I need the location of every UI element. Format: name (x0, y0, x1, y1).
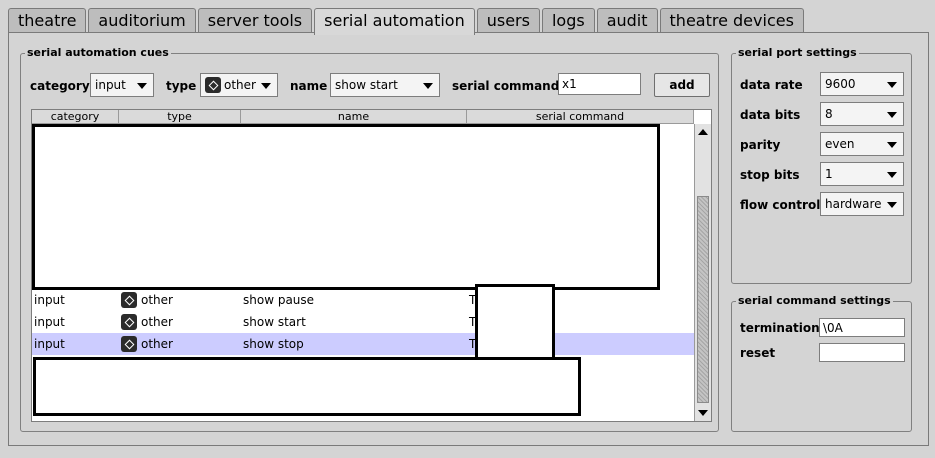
parity-value: even (825, 137, 855, 151)
table-vertical-scrollbar[interactable] (694, 124, 711, 421)
scroll-up-button[interactable] (695, 124, 711, 140)
cell-type: other (119, 333, 241, 355)
flow-control-value: hardware (825, 197, 882, 211)
cell-type-label: other (141, 293, 173, 307)
data-bits-select[interactable]: 8 (820, 102, 904, 126)
data-rate-label: data rate (740, 78, 803, 92)
flow-control-select[interactable]: hardware (820, 192, 904, 216)
cell-name: show stop (243, 337, 304, 351)
chevron-down-icon (423, 83, 433, 89)
type-select[interactable]: other (200, 73, 278, 97)
reset-input[interactable] (819, 343, 905, 362)
chevron-down-icon (261, 83, 271, 89)
category-select[interactable]: input (90, 73, 154, 97)
data-rate-value: 9600 (825, 77, 856, 91)
tab-server-tools[interactable]: server tools (197, 8, 313, 33)
termination-input[interactable] (819, 318, 905, 337)
redaction-box (475, 284, 555, 362)
name-select[interactable]: show start (330, 73, 440, 97)
column-header-name[interactable]: name (241, 110, 467, 124)
stop-bits-label: stop bits (740, 168, 800, 182)
other-device-icon (205, 76, 221, 93)
cell-type-label: other (141, 337, 173, 351)
table-row[interactable]: input other show start T (32, 311, 694, 333)
cell-name: show start (243, 315, 306, 329)
stop-bits-value: 1 (825, 167, 833, 181)
tab-theatre-devices[interactable]: theatre devices (659, 8, 804, 33)
chevron-down-icon (887, 142, 897, 148)
data-rate-select[interactable]: 9600 (820, 72, 904, 96)
scroll-down-button[interactable] (695, 405, 711, 421)
name-label: name (290, 79, 328, 93)
chevron-down-icon (887, 82, 897, 88)
serial-port-settings-group: serial port settings data rate 9600 data… (731, 46, 912, 284)
chevron-down-icon (887, 172, 897, 178)
command-settings-legend: serial command settings (736, 294, 893, 308)
cell-type-label: other (141, 315, 173, 329)
tab-users[interactable]: users (476, 8, 540, 33)
other-device-icon (121, 291, 137, 308)
termination-label: termination (740, 321, 820, 335)
serial-command-label: serial command (452, 79, 560, 93)
parity-label: parity (740, 138, 781, 152)
other-device-icon (121, 335, 137, 352)
column-header-category[interactable]: category (32, 110, 119, 124)
table-row[interactable]: input other show pause T (32, 289, 694, 311)
other-device-icon (121, 313, 137, 330)
name-value: show start (335, 78, 398, 92)
tab-bar: theatre auditorium server tools serial a… (8, 8, 806, 35)
scroll-thumb[interactable] (697, 196, 709, 403)
table-row-selected[interactable]: input other show stop T (32, 333, 694, 355)
arrow-up-icon (698, 129, 708, 135)
flow-control-label: flow control (740, 198, 821, 212)
cell-category: input (34, 337, 65, 351)
column-header-serial-command[interactable]: serial command (467, 110, 694, 124)
redaction-box (32, 124, 660, 290)
table-header: category type name serial command (32, 110, 694, 124)
serial-command-input[interactable] (558, 73, 641, 95)
cell-name: show pause (243, 293, 315, 307)
tab-logs[interactable]: logs (541, 8, 595, 33)
tab-auditorium[interactable]: auditorium (88, 8, 196, 33)
column-header-type[interactable]: type (119, 110, 241, 124)
serial-command-settings-group: serial command settings termination rese… (731, 294, 912, 432)
category-value: input (95, 78, 126, 92)
type-label: type (166, 79, 197, 93)
reset-label: reset (740, 346, 776, 360)
chevron-down-icon (137, 83, 147, 89)
chevron-down-icon (887, 202, 897, 208)
parity-select[interactable]: even (820, 132, 904, 156)
add-button[interactable]: add (654, 73, 710, 97)
tab-theatre[interactable]: theatre (8, 8, 87, 33)
tab-audit[interactable]: audit (596, 8, 658, 33)
cell-category: input (34, 315, 65, 329)
redaction-box (33, 357, 581, 416)
chevron-down-icon (887, 112, 897, 118)
stop-bits-select[interactable]: 1 (820, 162, 904, 186)
cell-type: other (119, 289, 241, 311)
arrow-down-icon (698, 410, 708, 416)
data-bits-value: 8 (825, 107, 833, 121)
cell-category: input (34, 293, 65, 307)
cues-legend: serial automation cues (25, 46, 171, 60)
cell-type: other (119, 311, 241, 333)
tab-serial-automation[interactable]: serial automation (314, 8, 475, 35)
tab-content-panel: serial automation cues category input ty… (8, 32, 929, 446)
port-settings-legend: serial port settings (736, 46, 859, 60)
category-label: category (30, 79, 90, 93)
type-value: other (224, 78, 256, 92)
data-bits-label: data bits (740, 108, 801, 122)
